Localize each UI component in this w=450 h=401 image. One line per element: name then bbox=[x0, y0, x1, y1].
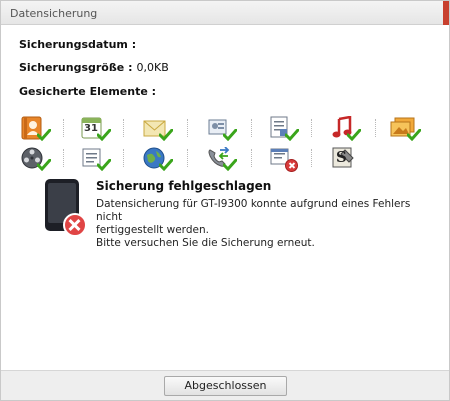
check-icon bbox=[347, 129, 361, 141]
separator bbox=[63, 149, 64, 167]
backed-up-items-label: Gesicherte Elemente : bbox=[19, 85, 157, 98]
check-icon bbox=[37, 129, 51, 141]
backup-dialog: Datensicherung Sicherungsdatum : Sicheru… bbox=[0, 0, 450, 401]
separator bbox=[311, 119, 312, 137]
dialog-footer: Abgeschlossen bbox=[1, 370, 449, 400]
done-button[interactable]: Abgeschlossen bbox=[164, 376, 287, 396]
title-accent-icon bbox=[443, 1, 449, 25]
item-contacts bbox=[19, 114, 51, 142]
check-icon bbox=[97, 159, 111, 171]
item-video bbox=[19, 144, 51, 172]
backup-date-label: Sicherungsdatum : bbox=[19, 38, 140, 51]
error-line-3: Bitte versuchen Sie die Sicherung erneut… bbox=[96, 237, 315, 249]
item-call-log bbox=[205, 144, 237, 172]
item-app: S bbox=[329, 144, 359, 172]
check-icon bbox=[159, 159, 173, 171]
separator bbox=[123, 149, 124, 167]
backup-size-value: 0,0KB bbox=[136, 61, 169, 74]
separator bbox=[187, 149, 188, 167]
error-line-1: Datensicherung für GT-I9300 konnte aufgr… bbox=[96, 198, 411, 223]
check-icon bbox=[37, 159, 51, 171]
separator bbox=[123, 119, 124, 137]
item-settings-doc bbox=[267, 144, 298, 172]
separator bbox=[251, 119, 252, 137]
error-message: Sicherung fehlgeschlagen Datensicherung … bbox=[45, 177, 436, 250]
error-icon bbox=[285, 159, 298, 172]
item-media bbox=[205, 114, 237, 142]
error-title: Sicherung fehlgeschlagen bbox=[96, 179, 272, 193]
app-icon-letter: S bbox=[336, 148, 347, 166]
item-internet bbox=[141, 144, 173, 172]
error-description: Datensicherung für GT-I9300 konnte aufgr… bbox=[96, 198, 436, 250]
item-memo bbox=[79, 144, 111, 172]
window-title: Datensicherung bbox=[10, 7, 98, 20]
separator bbox=[63, 119, 64, 137]
item-calendar: 31 bbox=[79, 114, 111, 142]
item-notes bbox=[267, 114, 299, 142]
check-icon bbox=[223, 129, 237, 141]
separator bbox=[311, 149, 312, 167]
check-icon bbox=[285, 129, 299, 141]
phone-error-icon bbox=[63, 213, 87, 237]
check-icon bbox=[159, 129, 173, 141]
separator bbox=[187, 119, 188, 137]
check-icon bbox=[223, 159, 237, 171]
separator bbox=[375, 119, 376, 137]
backup-size-label-text: Sicherungsgröße : bbox=[19, 61, 133, 74]
item-music bbox=[329, 114, 361, 142]
item-photos bbox=[389, 114, 421, 142]
check-icon bbox=[97, 129, 111, 141]
error-line-2: fertiggestellt werden. bbox=[96, 224, 209, 236]
backup-date-label-text: Sicherungsdatum : bbox=[19, 38, 137, 51]
check-icon bbox=[407, 129, 421, 141]
item-messages bbox=[141, 114, 173, 142]
separator bbox=[251, 149, 252, 167]
backup-size-label: Sicherungsgröße :0,0KB bbox=[19, 61, 169, 74]
title-bar[interactable]: Datensicherung bbox=[1, 1, 449, 25]
calendar-day: 31 bbox=[84, 123, 98, 134]
